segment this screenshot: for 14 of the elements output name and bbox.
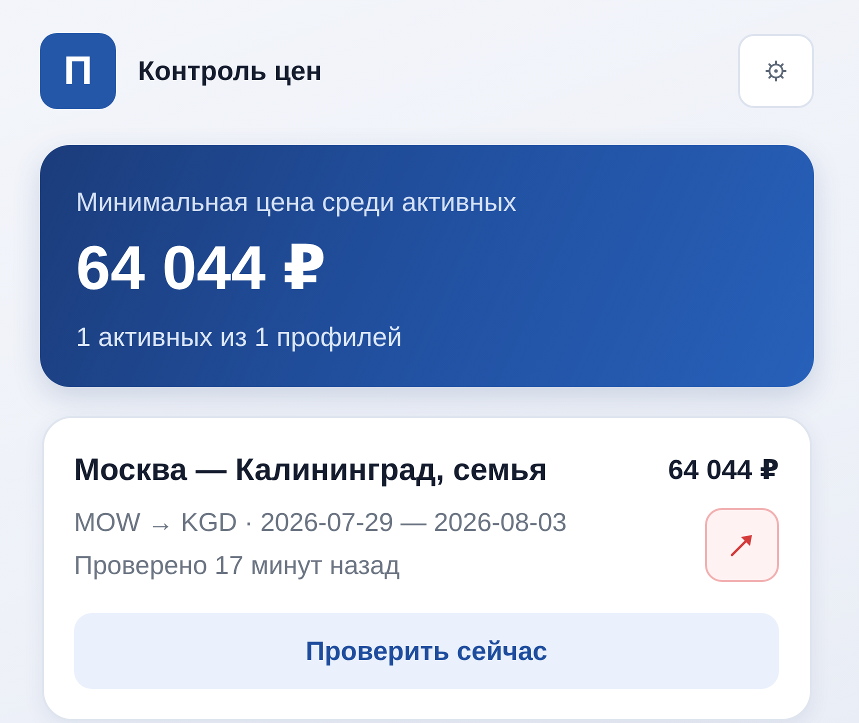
profile-price: 64 044 ₽ xyxy=(668,453,779,487)
app-logo: П xyxy=(40,33,116,109)
active-profiles-count: 1 активных из 1 профилей xyxy=(76,321,402,353)
app-title: Контроль цен xyxy=(138,56,322,86)
price-trend-button[interactable] xyxy=(705,508,779,582)
profile-title: Москва — Калининград, семья xyxy=(74,452,548,488)
route-dates: MOW → KGD · 2026-07-29 — 2026-08-03 xyxy=(74,507,567,537)
last-checked-time: Проверено 17 минут назад xyxy=(74,550,400,580)
summary-label: Минимальная цена среди активных xyxy=(76,186,516,218)
arrow-up-right-icon xyxy=(729,532,755,558)
minimum-price: 64 044 ₽ xyxy=(76,237,326,301)
settings-button[interactable] xyxy=(738,34,814,108)
settings-icon xyxy=(765,60,787,82)
check-now-button[interactable]: Проверить сейчас xyxy=(74,613,779,689)
